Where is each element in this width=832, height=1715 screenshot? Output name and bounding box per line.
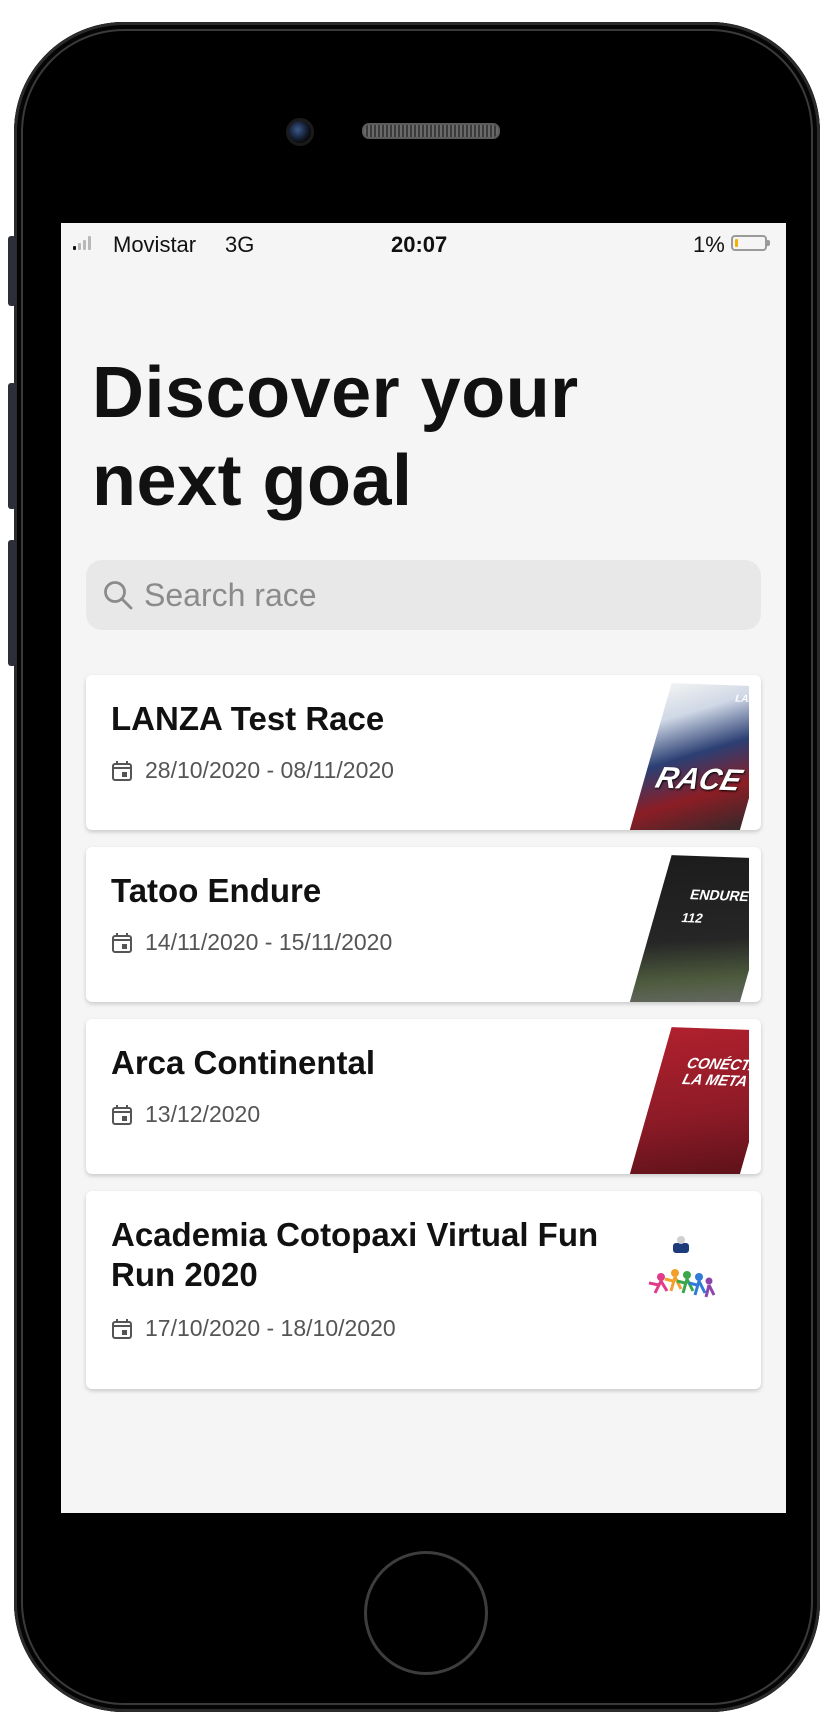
calendar-icon — [112, 760, 132, 781]
calendar-icon — [112, 932, 132, 953]
page-title: Discover your next goal — [92, 349, 692, 525]
status-bar: Movistar 3G 20:07 1% — [61, 223, 786, 265]
network-type: 3G — [225, 232, 255, 257]
lanza-race-poster: LANZA RACE — [629, 683, 749, 830]
endure-race-poster: ENDURE 112 — [629, 855, 749, 1002]
race-date-text: 13/12/2020 — [145, 1101, 261, 1127]
poster-title-text: RACE — [651, 761, 746, 798]
race-name: LANZA Test Race — [111, 700, 385, 737]
race-dates: 17/10/2020 - 18/10/2020 — [111, 1315, 396, 1342]
signal-icon — [73, 236, 91, 250]
status-time: 20:07 — [391, 232, 448, 257]
battery-icon — [731, 235, 770, 251]
race-poster-image: LANZA RACE — [619, 683, 749, 830]
volume-up-button — [8, 383, 16, 509]
race-date-text: 17/10/2020 - 18/10/2020 — [145, 1315, 396, 1341]
race-card-arca-continental[interactable]: Arca Continental 13/12/2020 CONÉCTATE LA… — [86, 1019, 761, 1174]
race-poster-image: ENDURE 112 — [619, 855, 749, 1002]
race-card-academia-cotopaxi[interactable]: Academia Cotopaxi Virtual Fun Run 2020 1… — [86, 1191, 761, 1389]
search-input[interactable] — [144, 572, 744, 618]
poster-title-text: CONÉCTATE LA META — [680, 1054, 749, 1091]
arca-race-poster: CONÉCTATE LA META — [629, 1027, 749, 1174]
fun-run-logo — [648, 1236, 716, 1298]
battery-percentage: 1% — [693, 232, 725, 257]
race-date-text: 28/10/2020 - 08/11/2020 — [145, 757, 394, 783]
page-title-line-2: next goal — [92, 441, 413, 521]
race-dates: 14/11/2020 - 15/11/2020 — [111, 929, 392, 956]
calendar-icon — [112, 1318, 132, 1339]
earpiece-speaker — [362, 123, 500, 139]
poster-number-text: 112 — [679, 910, 705, 926]
race-card-tatoo-endure[interactable]: Tatoo Endure 14/11/2020 - 15/11/2020 END… — [86, 847, 761, 1002]
page-title-line-1: Discover your — [92, 353, 579, 433]
carrier-name: Movistar — [113, 232, 197, 257]
race-list: LANZA Test Race 28/10/2020 - 08/11/2020 … — [86, 675, 761, 1406]
search-icon — [104, 581, 133, 610]
race-poster-image: CONÉCTATE LA META — [619, 1027, 749, 1174]
search-bar[interactable] — [86, 560, 761, 630]
poster-brand-text: LANZA — [733, 693, 749, 706]
race-dates: 28/10/2020 - 08/11/2020 — [111, 757, 394, 784]
app-screen: Movistar 3G 20:07 1% Discover your next … — [61, 223, 786, 1513]
race-date-text: 14/11/2020 - 15/11/2020 — [145, 929, 393, 955]
race-card-lanza-test-race[interactable]: LANZA Test Race 28/10/2020 - 08/11/2020 … — [86, 675, 761, 830]
poster-title-text: ENDURE — [688, 886, 749, 905]
calendar-icon — [112, 1104, 132, 1125]
race-dates: 13/12/2020 — [111, 1101, 260, 1128]
home-button[interactable] — [364, 1551, 488, 1675]
race-name: Academia Cotopaxi Virtual Fun Run 2020 — [111, 1216, 599, 1293]
volume-down-button — [8, 540, 16, 666]
front-camera — [286, 118, 314, 146]
mute-switch — [8, 236, 16, 306]
race-name: Tatoo Endure — [111, 872, 322, 909]
race-name: Arca Continental — [111, 1044, 376, 1081]
